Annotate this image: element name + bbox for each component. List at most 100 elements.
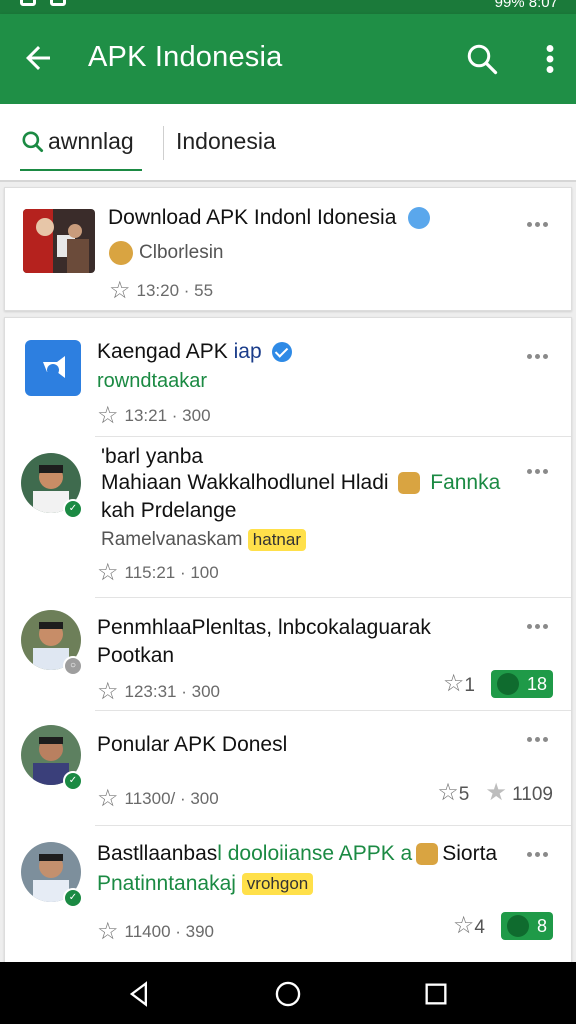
search-input[interactable]: Indonesia	[176, 128, 276, 155]
status-badge-icon: ○	[63, 656, 83, 676]
status-badge-icon: ✓	[63, 499, 83, 519]
app-screen: 99% 8:07 APK Indonesia awnnlag Indonesia	[0, 0, 576, 1024]
download-pill[interactable]: 8	[500, 912, 553, 940]
search-icon[interactable]	[464, 41, 500, 77]
item-stats: ☆5 ★ 1109	[437, 781, 553, 806]
tag-badge: vrohgon	[241, 873, 314, 896]
star-outline-icon: ☆	[437, 779, 459, 806]
emoji-icon	[416, 843, 439, 866]
divider	[163, 126, 164, 160]
verified-badge-icon	[408, 207, 431, 230]
star-outline-icon: ☆	[97, 402, 119, 429]
more-options-icon[interactable]	[527, 844, 555, 857]
meta-text: 11300/ · 300	[124, 789, 219, 808]
more-options-icon[interactable]	[527, 346, 555, 359]
item-subtitle: rowndtaakar	[97, 370, 208, 392]
download-pill[interactable]: 18	[490, 670, 553, 698]
item-line-3: kah Prdelange	[101, 499, 237, 522]
meta-text: 123:31 · 300	[124, 682, 220, 701]
item-line-1: PenmhlaaPlenltas, lnbcokalaguarak	[97, 616, 431, 639]
list-item[interactable]: Kaengad APK iap rowndtaakar ☆ 13:21 · 30…	[5, 318, 571, 436]
meta-text: 11400 · 390	[124, 922, 214, 941]
download-icon	[506, 915, 529, 937]
item-line-2-accent: Fannka	[430, 471, 501, 494]
rating-stat[interactable]: ☆5	[437, 781, 469, 806]
download-count: 18	[526, 673, 547, 694]
star-outline-icon: ☆	[109, 277, 131, 304]
item-line-2-text: Pnatinntanakaj	[97, 872, 236, 895]
list-item[interactable]: ✓ 'barl yanba Mahiaan Wakkalhodlunel Hla…	[5, 437, 571, 597]
star-outline-icon: ☆	[442, 669, 465, 697]
item-stats: ☆1 18	[443, 670, 553, 698]
meta-text: 115:21 · 100	[124, 563, 219, 582]
post-thumbnail	[23, 209, 95, 273]
item-line-1: 'barl yanba	[101, 445, 204, 468]
card-title: Download APK Indonl Idonesia	[108, 206, 431, 230]
item-line-2: Pootkan	[97, 644, 175, 667]
item-line-1-tail: Siorta	[442, 842, 498, 865]
feed-card[interactable]: Download APK Indonl Idonesia Clborlesin …	[4, 187, 572, 311]
list-item[interactable]: ✓ Ponular APK Donesl ☆ 11300/ · 300 ☆5 ★…	[5, 711, 571, 825]
feed-list-card: Kaengad APK iap rowndtaakar ☆ 13:21 · 30…	[4, 317, 572, 965]
item-meta: ☆ 11400 · 390	[97, 920, 214, 944]
download-count: 8	[536, 915, 547, 936]
more-options-icon[interactable]	[527, 461, 555, 474]
overflow-menu-icon[interactable]	[542, 41, 558, 77]
card-subtitle: Clborlesin	[109, 241, 223, 265]
search-row: awnnlag Indonesia	[0, 104, 576, 182]
app-icon	[25, 340, 81, 396]
rating-count: 1	[464, 674, 475, 696]
star-outline-icon: ☆	[452, 911, 475, 939]
item-title: Ponular APK Donesl	[97, 733, 288, 756]
status-bar: 99% 8:07	[0, 0, 576, 14]
tag-badge: hatnar	[247, 529, 306, 551]
status-left-icons	[20, 0, 66, 6]
search-icon	[22, 130, 44, 152]
item-meta: ☆ 115:21 · 100	[97, 561, 219, 585]
item-meta: ☆ 13:21 · 300	[97, 404, 211, 428]
notification-icon	[50, 0, 66, 6]
download-icon	[496, 673, 519, 695]
app-bar: APK Indonesia	[0, 14, 576, 104]
rating-count: 4	[474, 916, 485, 938]
page-title: APK Indonesia	[88, 41, 283, 73]
meta-text: 13:21 · 300	[124, 406, 211, 425]
search-tab-label: awnnlag	[48, 128, 134, 154]
item-line-1-accent-2: iianse APPK a	[279, 842, 413, 865]
notification-icon	[20, 0, 36, 6]
card-meta: ☆ 13:20 · 55	[109, 279, 213, 303]
item-line-1-accent: l doolo	[217, 842, 280, 865]
back-triangle-icon[interactable]	[126, 980, 154, 1008]
search-tab[interactable]: awnnlag	[20, 128, 142, 171]
back-arrow-icon[interactable]	[20, 40, 56, 76]
more-options-icon[interactable]	[527, 729, 555, 742]
status-badge-icon: ✓	[63, 771, 83, 791]
recents-square-icon[interactable]	[422, 980, 450, 1008]
item-title-text: Kaengad APK	[97, 340, 228, 363]
star-outline-icon: ☆	[97, 785, 119, 812]
tab-indicator	[20, 169, 142, 171]
item-meta: ☆ 11300/ · 300	[97, 787, 219, 811]
status-badge-icon: ✓	[63, 888, 83, 908]
emoji-icon	[398, 472, 421, 495]
item-stats: ☆4 8	[453, 912, 553, 940]
star-filled-icon: ★	[485, 779, 507, 806]
list-item[interactable]: ○ PenmhlaaPlenltas, lnbcokalaguarak Poot…	[5, 598, 571, 710]
more-options-icon[interactable]	[527, 214, 555, 227]
system-nav-bar	[0, 962, 576, 1024]
star-outline-icon: ☆	[97, 559, 119, 586]
author-avatar-icon	[109, 241, 133, 265]
rating-stat[interactable]: ☆1	[442, 669, 475, 697]
item-line-2-text: Mahiaan Wakkalhodlunel Hladi	[101, 471, 389, 494]
favorite-stat[interactable]: ★ 1109	[485, 781, 553, 806]
item-line-1: Bastllaanbasl dooloiianse APPK a Siorta	[97, 842, 497, 866]
card-title-text: Download APK Indonl Idonesia	[108, 206, 397, 229]
rating-stat[interactable]: ☆4	[452, 911, 485, 939]
star-outline-icon: ☆	[97, 678, 119, 705]
status-text: 99% 8:07	[494, 0, 558, 11]
more-options-icon[interactable]	[527, 616, 555, 629]
item-meta: ☆ 123:31 · 300	[97, 680, 220, 704]
item-line-4-text: Ramelvanaskam	[101, 529, 243, 551]
list-item[interactable]: ✓ Bastllaanbasl dooloiianse APPK a Siorta…	[5, 826, 571, 962]
home-circle-icon[interactable]	[274, 980, 302, 1008]
